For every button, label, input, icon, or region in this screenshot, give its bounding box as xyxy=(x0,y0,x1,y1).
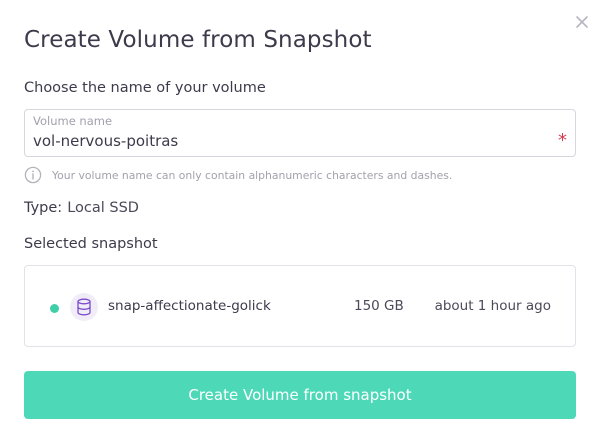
selected-snapshot-heading: Selected snapshot xyxy=(24,236,158,252)
volume-name-heading: Choose the name of your volume xyxy=(24,80,266,96)
close-icon[interactable] xyxy=(574,14,590,30)
dialog-title: Create Volume from Snapshot xyxy=(24,27,372,53)
snapshot-size: 150 GB xyxy=(354,298,404,314)
type-label: Type: xyxy=(24,200,63,216)
create-volume-button[interactable]: Create Volume from snapshot xyxy=(24,371,576,419)
type-value: Local SSD xyxy=(67,200,139,216)
volume-name-field[interactable]: Volume name * xyxy=(24,109,576,157)
snapshot-created: about 1 hour ago xyxy=(434,298,551,314)
database-icon xyxy=(70,293,98,321)
volume-type: Type: Local SSD xyxy=(24,200,139,216)
helper-text: Your volume name can only contain alphan… xyxy=(52,168,453,182)
status-dot xyxy=(50,304,59,313)
volume-name-input[interactable] xyxy=(33,130,553,152)
volume-name-helper: Your volume name can only contain alphan… xyxy=(24,166,452,184)
snapshot-card: snap-affectionate-golick 150 GB about 1 … xyxy=(24,265,576,347)
snapshot-name: snap-affectionate-golick xyxy=(108,298,271,314)
info-icon xyxy=(24,166,42,184)
required-indicator: * xyxy=(558,130,567,151)
volume-name-label: Volume name xyxy=(33,114,113,128)
